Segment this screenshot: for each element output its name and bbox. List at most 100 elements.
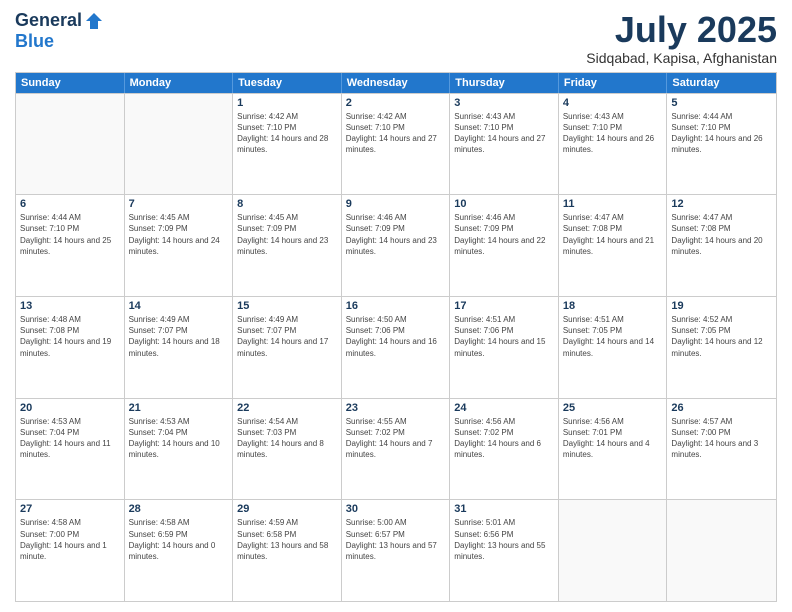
cell-info: Sunrise: 4:43 AMSunset: 7:10 PMDaylight:… bbox=[454, 111, 554, 156]
header-day-saturday: Saturday bbox=[667, 73, 776, 93]
cell-info: Sunrise: 4:53 AMSunset: 7:04 PMDaylight:… bbox=[20, 416, 120, 461]
cell-info: Sunrise: 4:58 AMSunset: 6:59 PMDaylight:… bbox=[129, 517, 229, 562]
day-number: 28 bbox=[129, 503, 229, 515]
cell-info: Sunrise: 4:46 AMSunset: 7:09 PMDaylight:… bbox=[454, 212, 554, 257]
logo-icon bbox=[84, 11, 104, 31]
day-number: 24 bbox=[454, 402, 554, 414]
day-number: 18 bbox=[563, 300, 663, 312]
cell-info: Sunrise: 4:52 AMSunset: 7:05 PMDaylight:… bbox=[671, 314, 772, 359]
cal-cell-11: 11 Sunrise: 4:47 AMSunset: 7:08 PMDayligh… bbox=[559, 195, 668, 296]
day-number: 7 bbox=[129, 198, 229, 210]
cal-cell-14: 14Sunrise: 4:49 AMSunset: 7:07 PMDayligh… bbox=[125, 297, 234, 398]
cal-cell-12: 12 Sunrise: 4:47 AMSunset: 7:08 PMDayligh… bbox=[667, 195, 776, 296]
day-number: 20 bbox=[20, 402, 120, 414]
cell-info: Sunrise: 4:42 AMSunset: 7:10 PMDaylight:… bbox=[237, 111, 337, 156]
cell-info: Sunrise: 5:01 AMSunset: 6:56 PMDaylight:… bbox=[454, 517, 554, 562]
day-number: 15 bbox=[237, 300, 337, 312]
cal-cell-27: 27 Sunrise: 4:58 AMSunset: 7:00 PMDayligh… bbox=[16, 500, 125, 601]
day-number: 23 bbox=[346, 402, 446, 414]
cell-info: Sunrise: 4:56 AMSunset: 7:02 PMDaylight:… bbox=[454, 416, 554, 461]
week-row-4: 20 Sunrise: 4:53 AMSunset: 7:04 PMDayligh… bbox=[16, 398, 776, 500]
day-number: 10 bbox=[454, 198, 554, 210]
cal-cell-10: 10 Sunrise: 4:46 AMSunset: 7:09 PMDayligh… bbox=[450, 195, 559, 296]
cell-info: Sunrise: 4:44 AMSunset: 7:10 PMDaylight:… bbox=[20, 212, 120, 257]
cal-cell-15: 15 Sunrise: 4:49 AMSunset: 7:07 PMDayligh… bbox=[233, 297, 342, 398]
day-number: 5 bbox=[671, 97, 772, 109]
cal-cell-29: 29Sunrise: 4:59 AMSunset: 6:58 PMDayligh… bbox=[233, 500, 342, 601]
cell-info: Sunrise: 4:50 AMSunset: 7:06 PMDaylight:… bbox=[346, 314, 446, 359]
day-number: 8 bbox=[237, 198, 337, 210]
calendar-header: SundayMondayTuesdayWednesdayThursdayFrid… bbox=[16, 73, 776, 93]
cal-cell-empty bbox=[559, 500, 668, 601]
cell-info: Sunrise: 4:55 AMSunset: 7:02 PMDaylight:… bbox=[346, 416, 446, 461]
cal-cell-22: 22Sunrise: 4:54 AMSunset: 7:03 PMDayligh… bbox=[233, 399, 342, 500]
cell-info: Sunrise: 4:51 AMSunset: 7:06 PMDaylight:… bbox=[454, 314, 554, 359]
cal-cell-4: 4Sunrise: 4:43 AMSunset: 7:10 PMDaylight… bbox=[559, 94, 668, 195]
week-row-1: 1 Sunrise: 4:42 AMSunset: 7:10 PMDaylight… bbox=[16, 93, 776, 195]
day-number: 17 bbox=[454, 300, 554, 312]
cal-cell-28: 28 Sunrise: 4:58 AMSunset: 6:59 PMDayligh… bbox=[125, 500, 234, 601]
cal-cell-empty bbox=[16, 94, 125, 195]
cell-info: Sunrise: 4:44 AMSunset: 7:10 PMDaylight:… bbox=[671, 111, 772, 156]
week-row-3: 13 Sunrise: 4:48 AMSunset: 7:08 PMDayligh… bbox=[16, 296, 776, 398]
cell-info: Sunrise: 5:00 AMSunset: 6:57 PMDaylight:… bbox=[346, 517, 446, 562]
cal-cell-9: 9 Sunrise: 4:46 AMSunset: 7:09 PMDaylight… bbox=[342, 195, 451, 296]
logo-blue-text: Blue bbox=[15, 31, 54, 52]
day-number: 27 bbox=[20, 503, 120, 515]
cell-info: Sunrise: 4:47 AMSunset: 7:08 PMDaylight:… bbox=[671, 212, 772, 257]
cell-info: Sunrise: 4:58 AMSunset: 7:00 PMDaylight:… bbox=[20, 517, 120, 562]
day-number: 31 bbox=[454, 503, 554, 515]
cell-info: Sunrise: 4:51 AMSunset: 7:05 PMDaylight:… bbox=[563, 314, 663, 359]
cell-info: Sunrise: 4:47 AMSunset: 7:08 PMDaylight:… bbox=[563, 212, 663, 257]
cal-cell-24: 24 Sunrise: 4:56 AMSunset: 7:02 PMDayligh… bbox=[450, 399, 559, 500]
cell-info: Sunrise: 4:48 AMSunset: 7:08 PMDaylight:… bbox=[20, 314, 120, 359]
day-number: 26 bbox=[671, 402, 772, 414]
cell-info: Sunrise: 4:59 AMSunset: 6:58 PMDaylight:… bbox=[237, 517, 337, 562]
cal-cell-5: 5 Sunrise: 4:44 AMSunset: 7:10 PMDaylight… bbox=[667, 94, 776, 195]
day-number: 13 bbox=[20, 300, 120, 312]
week-row-2: 6 Sunrise: 4:44 AMSunset: 7:10 PMDaylight… bbox=[16, 194, 776, 296]
cal-cell-empty bbox=[667, 500, 776, 601]
cell-info: Sunrise: 4:49 AMSunset: 7:07 PMDaylight:… bbox=[237, 314, 337, 359]
day-number: 21 bbox=[129, 402, 229, 414]
calendar: SundayMondayTuesdayWednesdayThursdayFrid… bbox=[15, 72, 777, 602]
cell-info: Sunrise: 4:49 AMSunset: 7:07 PMDaylight:… bbox=[129, 314, 229, 359]
cal-cell-23: 23 Sunrise: 4:55 AMSunset: 7:02 PMDayligh… bbox=[342, 399, 451, 500]
cal-cell-2: 2Sunrise: 4:42 AMSunset: 7:10 PMDaylight… bbox=[342, 94, 451, 195]
cell-info: Sunrise: 4:53 AMSunset: 7:04 PMDaylight:… bbox=[129, 416, 229, 461]
cal-cell-21: 21 Sunrise: 4:53 AMSunset: 7:04 PMDayligh… bbox=[125, 399, 234, 500]
day-number: 22 bbox=[237, 402, 337, 414]
cal-cell-30: 30 Sunrise: 5:00 AMSunset: 6:57 PMDayligh… bbox=[342, 500, 451, 601]
title-block: July 2025 Sidqabad, Kapisa, Afghanistan bbox=[586, 10, 777, 66]
cell-info: Sunrise: 4:45 AMSunset: 7:09 PMDaylight:… bbox=[129, 212, 229, 257]
cal-cell-6: 6 Sunrise: 4:44 AMSunset: 7:10 PMDaylight… bbox=[16, 195, 125, 296]
cal-cell-19: 19Sunrise: 4:52 AMSunset: 7:05 PMDayligh… bbox=[667, 297, 776, 398]
day-number: 1 bbox=[237, 97, 337, 109]
day-number: 9 bbox=[346, 198, 446, 210]
day-number: 6 bbox=[20, 198, 120, 210]
day-number: 12 bbox=[671, 198, 772, 210]
cal-cell-20: 20 Sunrise: 4:53 AMSunset: 7:04 PMDayligh… bbox=[16, 399, 125, 500]
logo-general: General bbox=[15, 10, 82, 31]
day-number: 3 bbox=[454, 97, 554, 109]
cell-info: Sunrise: 4:43 AMSunset: 7:10 PMDaylight:… bbox=[563, 111, 663, 156]
day-number: 25 bbox=[563, 402, 663, 414]
page: General Blue July 2025 Sidqabad, Kapisa,… bbox=[0, 0, 792, 612]
main-title: July 2025 bbox=[586, 10, 777, 50]
cal-cell-25: 25Sunrise: 4:56 AMSunset: 7:01 PMDayligh… bbox=[559, 399, 668, 500]
subtitle: Sidqabad, Kapisa, Afghanistan bbox=[586, 50, 777, 66]
cal-cell-3: 3 Sunrise: 4:43 AMSunset: 7:10 PMDaylight… bbox=[450, 94, 559, 195]
day-number: 30 bbox=[346, 503, 446, 515]
cal-cell-8: 8 Sunrise: 4:45 AMSunset: 7:09 PMDaylight… bbox=[233, 195, 342, 296]
day-number: 11 bbox=[563, 198, 663, 210]
day-number: 2 bbox=[346, 97, 446, 109]
cal-cell-empty bbox=[125, 94, 234, 195]
cal-cell-18: 18 Sunrise: 4:51 AMSunset: 7:05 PMDayligh… bbox=[559, 297, 668, 398]
header-day-sunday: Sunday bbox=[16, 73, 125, 93]
header-day-wednesday: Wednesday bbox=[342, 73, 451, 93]
cell-info: Sunrise: 4:57 AMSunset: 7:00 PMDaylight:… bbox=[671, 416, 772, 461]
cell-info: Sunrise: 4:45 AMSunset: 7:09 PMDaylight:… bbox=[237, 212, 337, 257]
week-row-5: 27 Sunrise: 4:58 AMSunset: 7:00 PMDayligh… bbox=[16, 499, 776, 601]
logo: General Blue bbox=[15, 10, 104, 52]
cell-info: Sunrise: 4:46 AMSunset: 7:09 PMDaylight:… bbox=[346, 212, 446, 257]
